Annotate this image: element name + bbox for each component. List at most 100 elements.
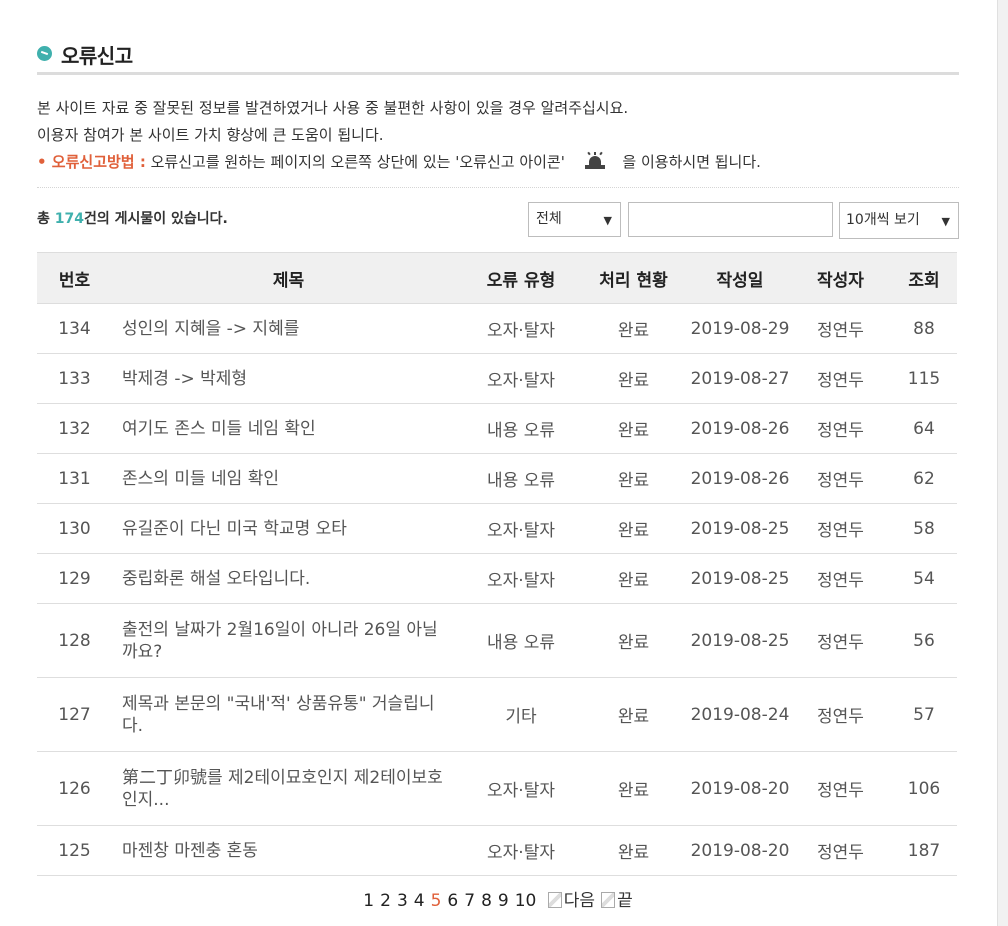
cell-status: 완료	[577, 553, 690, 604]
header-error-type: 오류 유형	[465, 252, 577, 304]
page-link-2[interactable]: 2	[380, 891, 391, 911]
cell-date: 2019-08-25	[690, 603, 790, 678]
cell-views: 54	[891, 553, 957, 604]
cell-status: 완료	[577, 303, 690, 354]
cell-no: 130	[37, 503, 112, 554]
page-title: 오류신고	[61, 44, 133, 68]
cell-views: 58	[891, 503, 957, 554]
broken-image-icon	[547, 892, 562, 908]
cell-date: 2019-08-26	[690, 453, 790, 504]
table-row: 129 중립화론 해설 오타입니다. 오자·탈자 완료 2019-08-25 정…	[37, 553, 957, 604]
cell-views: 62	[891, 453, 957, 504]
header-views: 조회	[891, 252, 957, 304]
cell-status: 완료	[577, 825, 690, 876]
cell-author: 정연두	[790, 503, 891, 554]
cell-views: 115	[891, 353, 957, 404]
post-title-link[interactable]: 제목과 본문의 "국내'적' 상품유통" 거슬립니다.	[122, 694, 434, 736]
cell-no: 129	[37, 553, 112, 604]
title-bullet-icon	[37, 46, 52, 61]
page-link-1[interactable]: 1	[363, 891, 374, 911]
intro-line-1: 본 사이트 자료 중 잘못된 정보를 발견하였거나 사용 중 불편한 사항이 있…	[37, 99, 629, 117]
post-title-link[interactable]: 유길준이 다닌 미국 학교명 오타	[122, 519, 347, 539]
total-suffix: 건의 게시물이 있습니다.	[84, 211, 228, 227]
cell-status: 완료	[577, 353, 690, 404]
page-link-6[interactable]: 6	[447, 891, 458, 911]
cell-no: 125	[37, 825, 112, 876]
post-title-link[interactable]: 여기도 존스 미들 네임 확인	[122, 419, 316, 439]
cell-title: 성인의 지혜을 -> 지혜를	[112, 303, 465, 354]
page-link-current[interactable]: 5	[431, 891, 442, 911]
cell-status: 완료	[577, 453, 690, 504]
cell-date: 2019-08-26	[690, 403, 790, 454]
post-title-link[interactable]: 출전의 날짜가 2월16일이 아니라 26일 아닐까요?	[122, 620, 438, 662]
page-link-7[interactable]: 7	[464, 891, 475, 911]
table-row: 128 출전의 날짜가 2월16일이 아니라 26일 아닐까요? 내용 오류 완…	[37, 603, 957, 678]
next-page-button[interactable]: 다음	[547, 891, 596, 911]
total-count: 174	[54, 211, 84, 227]
post-title-link[interactable]: 존스의 미들 네임 확인	[122, 469, 279, 489]
post-title-link[interactable]: 마젠창 마젠충 혼동	[122, 841, 258, 861]
cell-title: 유길준이 다닌 미국 학교명 오타	[112, 503, 465, 554]
table-row: 126 第二丁卯號를 제2테이묘호인지 제2테이보호인지... 오자·탈자 완료…	[37, 751, 957, 826]
pagination: 1 2 3 4 5 6 7 8 9 10 다음 끝	[37, 886, 959, 911]
cell-no: 127	[37, 677, 112, 752]
cell-type: 오자·탈자	[465, 303, 577, 354]
page-link-4[interactable]: 4	[414, 891, 425, 911]
cell-type: 오자·탈자	[465, 353, 577, 404]
intro-text: 본 사이트 자료 중 잘못된 정보를 발견하였거나 사용 중 불편한 사항이 있…	[37, 95, 959, 176]
cell-date: 2019-08-20	[690, 825, 790, 876]
intro-divider	[37, 187, 959, 188]
cell-date: 2019-08-25	[690, 553, 790, 604]
cell-views: 57	[891, 677, 957, 752]
cell-author: 정연두	[790, 353, 891, 404]
page-size-select[interactable]: 10개씩 보기 ▼	[839, 202, 959, 239]
search-input[interactable]	[628, 202, 833, 237]
table-row: 125 마젠창 마젠충 혼동 오자·탈자 완료 2019-08-20 정연두 1…	[37, 825, 957, 876]
method-text: 오류신고를 원하는 페이지의 오른쪽 상단에 있는 '오류신고 아이콘'	[150, 153, 565, 171]
next-page-label: 다음	[563, 891, 596, 911]
cell-date: 2019-08-29	[690, 303, 790, 354]
cell-no: 128	[37, 603, 112, 678]
page-title-bar: 오류신고	[37, 38, 959, 75]
cell-type: 내용 오류	[465, 603, 577, 678]
cell-author: 정연두	[790, 825, 891, 876]
cell-title: 중립화론 해설 오타입니다.	[112, 553, 465, 604]
cell-type: 내용 오류	[465, 403, 577, 454]
cell-author: 정연두	[790, 751, 891, 826]
table-row: 134 성인의 지혜을 -> 지혜를 오자·탈자 완료 2019-08-29 정…	[37, 303, 957, 354]
cell-author: 정연두	[790, 553, 891, 604]
cell-views: 56	[891, 603, 957, 678]
page-link-9[interactable]: 9	[498, 891, 509, 911]
method-suffix: 을 이용하시면 됩니다.	[622, 153, 761, 171]
search-filter-value: 전체	[536, 211, 562, 227]
cell-no: 132	[37, 403, 112, 454]
broken-image-icon	[601, 892, 616, 908]
scrollbar-track[interactable]	[997, 0, 1008, 926]
post-title-link[interactable]: 第二丁卯號를 제2테이묘호인지 제2테이보호인지...	[122, 768, 443, 810]
cell-no: 131	[37, 453, 112, 504]
header-date: 작성일	[690, 252, 790, 304]
last-page-label: 끝	[617, 891, 633, 911]
method-label: • 오류신고방법 :	[37, 153, 146, 171]
cell-date: 2019-08-25	[690, 503, 790, 554]
cell-date: 2019-08-20	[690, 751, 790, 826]
last-page-button[interactable]: 끝	[601, 891, 633, 911]
page-link-10[interactable]: 10	[515, 891, 537, 911]
cell-status: 완료	[577, 751, 690, 826]
cell-type: 내용 오류	[465, 453, 577, 504]
cell-title: 출전의 날짜가 2월16일이 아니라 26일 아닐까요?	[112, 603, 465, 678]
siren-icon	[584, 151, 606, 170]
post-title-link[interactable]: 중립화론 해설 오타입니다.	[122, 569, 310, 589]
page-link-3[interactable]: 3	[397, 891, 408, 911]
cell-author: 정연두	[790, 453, 891, 504]
search-filter-select[interactable]: 전체 ▼	[528, 202, 621, 237]
total-count-text: 총 174건의 게시물이 있습니다.	[37, 208, 228, 228]
cell-views: 88	[891, 303, 957, 354]
cell-status: 완료	[577, 677, 690, 752]
post-title-link[interactable]: 성인의 지혜을 -> 지혜를	[122, 319, 299, 339]
table-row: 132 여기도 존스 미들 네임 확인 내용 오류 완료 2019-08-26 …	[37, 403, 957, 454]
page-link-8[interactable]: 8	[481, 891, 492, 911]
cell-title: 박제경 -> 박제형	[112, 353, 465, 404]
post-title-link[interactable]: 박제경 -> 박제형	[122, 369, 247, 389]
page-size-value: 10개씩 보기	[846, 212, 920, 228]
